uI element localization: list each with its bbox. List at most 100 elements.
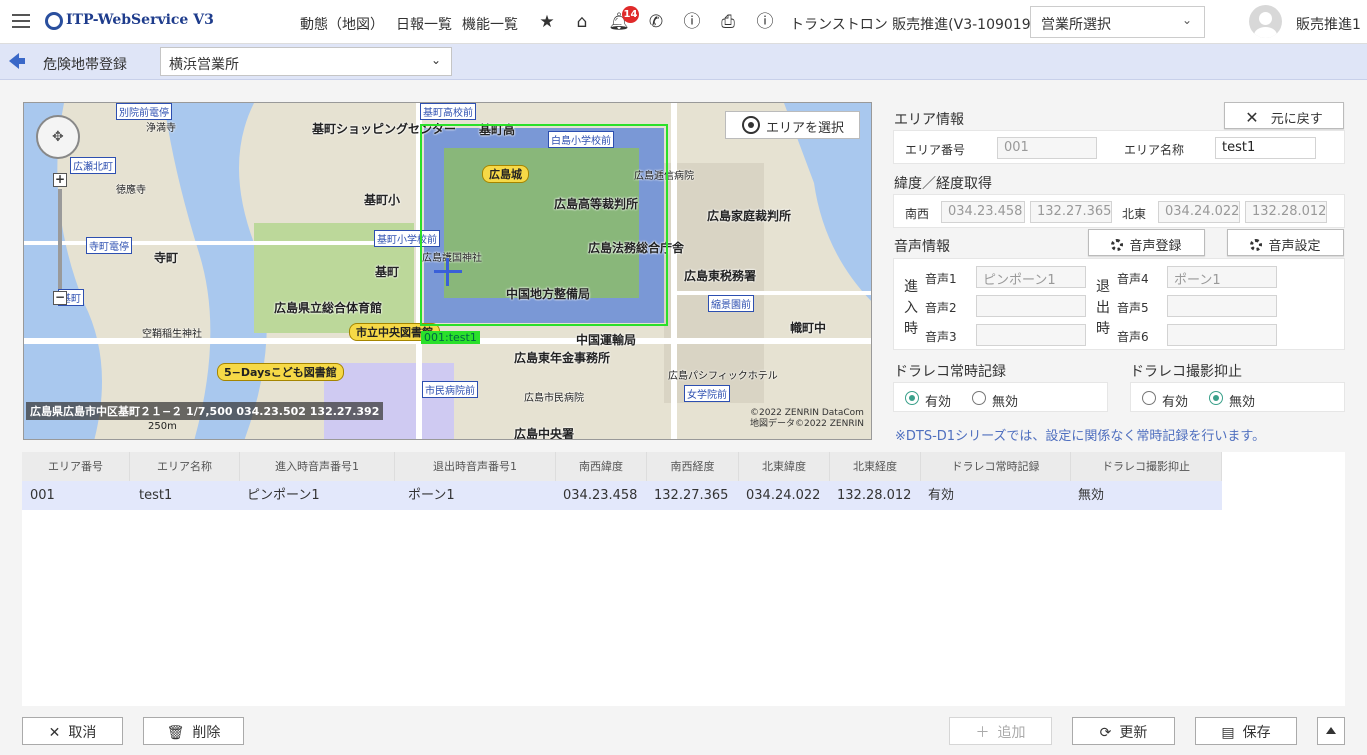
refresh-button[interactable]: ⟳ 更新 (1072, 717, 1175, 745)
area-boundary[interactable] (420, 124, 668, 326)
map-label: 広島家庭裁判所 (707, 209, 792, 223)
refresh-icon: ⟳ (1099, 725, 1112, 741)
column-header[interactable]: ドラレコ撮影抑止 (1071, 452, 1222, 481)
column-header[interactable]: 北東緯度 (739, 452, 830, 481)
close-icon: ✕ (48, 725, 61, 741)
map-label: 別院前電停 (116, 103, 172, 120)
nav-map[interactable]: 動態（地図） (300, 14, 384, 34)
branch-select[interactable]: 横浜営業所 ⌄ (160, 47, 452, 76)
record-enabled-radio[interactable] (905, 391, 919, 405)
cell-sw-lng: 132.27.365 (654, 488, 729, 503)
voice3-field[interactable] (976, 324, 1086, 346)
column-header[interactable]: 北東経度 (830, 452, 921, 481)
info-icon[interactable]: ⓘ (754, 11, 776, 33)
ne-lat-field: 034.24.022 (1158, 201, 1240, 223)
cell-enter-voice: ピンポーン1 (247, 488, 320, 503)
suppress-disabled-radio[interactable] (1209, 391, 1223, 405)
select-area-label: エリアを選択 (766, 121, 845, 136)
cell-record: 有効 (928, 488, 955, 503)
back-arrow-icon[interactable] (9, 53, 25, 69)
enter-char: 入 (904, 300, 918, 316)
record-enabled-label: 有効 (925, 395, 952, 410)
table-row[interactable]: 001 test1 ピンポーン1 ポーン1 034.23.458 132.27.… (22, 481, 1222, 510)
user-name[interactable]: 販売推進1 (1296, 14, 1361, 34)
column-header[interactable]: ドラレコ常時記録 (921, 452, 1071, 481)
map-scale: 250m (148, 421, 177, 432)
delete-button[interactable]: 🗑︎ 削除 (143, 717, 244, 745)
northeast-label: 北東 (1122, 207, 1147, 221)
zoom-slider[interactable] (58, 189, 62, 289)
voice2-field[interactable] (976, 295, 1086, 317)
zoom-out-button[interactable]: − (53, 291, 67, 305)
revert-button[interactable]: ✕ 元に戻す (1224, 102, 1344, 129)
avatar[interactable] (1249, 5, 1282, 38)
nav-functions[interactable]: 機能一覧 (462, 14, 518, 34)
cell-ne-lng: 132.28.012 (837, 488, 912, 503)
phone-icon[interactable]: ✆ (645, 11, 667, 33)
column-header[interactable]: エリア名称 (130, 452, 240, 481)
save-button[interactable]: ▤ 保存 (1195, 717, 1297, 745)
latlng-title: 緯度／経度取得 (894, 176, 992, 192)
trash-icon: 🗑︎ (166, 725, 185, 741)
map-label: 広島市民病院 (524, 393, 584, 404)
map-status: 広島県広島市中区基町２１−２ 1/7,500 034.23.502 132.27… (26, 402, 384, 420)
area-no-field: 001 (997, 137, 1097, 159)
page-title: 危険地帯登録 (43, 57, 127, 73)
select-area-button[interactable]: エリアを選択 (725, 111, 860, 139)
app-logo[interactable]: ITP-WebService V3 (66, 12, 214, 28)
column-header[interactable]: 進入時音声番号1 (240, 452, 395, 481)
help-icon[interactable]: ⓘ (681, 11, 703, 33)
column-header[interactable]: 退出時音声番号1 (395, 452, 556, 481)
zoom-in-button[interactable]: + (53, 173, 67, 187)
map-view[interactable]: 基町ショッピングセンター 基町高 基町高校前 広島城 白島小学校前 広島逓信病院… (23, 102, 872, 440)
star-icon[interactable]: ★ (536, 11, 558, 33)
voice6-field[interactable] (1167, 324, 1277, 346)
ne-lng-field: 132.28.012 (1245, 201, 1327, 223)
map-pan-control[interactable]: ✥ (36, 115, 80, 159)
delete-label: 削除 (192, 725, 221, 741)
print-icon[interactable]: ⎙ (717, 11, 739, 33)
voice5-field[interactable] (1167, 295, 1277, 317)
voice-settings-button[interactable]: 音声設定 (1227, 229, 1344, 256)
voice-register-button[interactable]: 音声登録 (1088, 229, 1205, 256)
voice-register-label: 音声登録 (1129, 239, 1182, 254)
crosshair-icon (446, 258, 449, 286)
exit-char: 出 (1096, 300, 1110, 316)
column-header[interactable]: 南西経度 (647, 452, 739, 481)
suppress-enabled-radio[interactable] (1142, 391, 1156, 405)
map-label: 中国運輸局 (576, 333, 637, 347)
gear-icon (1250, 239, 1263, 251)
voice1-field[interactable]: ピンポーン1 (976, 266, 1086, 288)
map-label: 縮景園前 (708, 295, 754, 312)
voice-title: 音声情報 (894, 239, 950, 255)
gear-icon (1111, 239, 1124, 251)
column-header[interactable]: 南西緯度 (556, 452, 647, 481)
area-info-box: エリア番号 001 エリア名称 test1 (893, 130, 1345, 164)
voice1-label: 音声1 (925, 272, 957, 286)
office-select[interactable]: 営業所選択 ⌄ (1030, 6, 1205, 38)
map-label: 寺町電停 (86, 237, 132, 254)
plus-icon: ＋ (975, 725, 990, 741)
cell-sw-lat: 034.23.458 (563, 488, 638, 503)
nav-daily-report[interactable]: 日報一覧 (396, 14, 452, 34)
add-button[interactable]: ＋ 追加 (949, 717, 1052, 745)
office-select-value: 営業所選択 (1041, 17, 1111, 33)
column-header[interactable]: エリア番号 (22, 452, 130, 481)
table-header: エリア番号 エリア名称 進入時音声番号1 退出時音声番号1 南西緯度 南西経度 … (22, 452, 1222, 481)
exit-char: 時 (1096, 321, 1110, 337)
dashcam-record-box: 有効 無効 (893, 382, 1108, 412)
dashcam-suppress-box: 有効 無効 (1130, 382, 1345, 412)
area-name-field[interactable]: test1 (1215, 137, 1316, 159)
voice4-field[interactable]: ポーン1 (1167, 266, 1277, 288)
voice3-label: 音声3 (925, 330, 957, 344)
map-label: 基町小 (364, 193, 401, 207)
save-label: 保存 (1242, 725, 1271, 741)
target-icon (742, 116, 760, 134)
menu-icon[interactable] (12, 14, 30, 28)
home-icon[interactable]: ⌂ (571, 11, 593, 33)
map-label: 広島パシフィックホテル (668, 371, 778, 382)
cancel-button[interactable]: ✕ 取消 (22, 717, 123, 745)
scroll-top-button[interactable] (1317, 717, 1345, 745)
record-disabled-radio[interactable] (972, 391, 986, 405)
chevron-down-icon: ⌄ (1181, 13, 1192, 27)
